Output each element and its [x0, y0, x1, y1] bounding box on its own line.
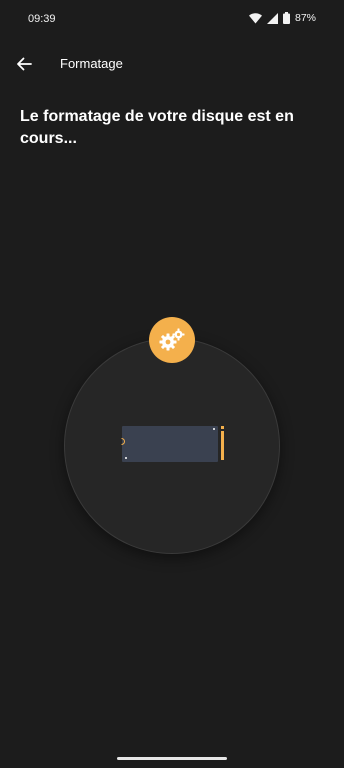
back-button[interactable]	[12, 52, 36, 76]
page-title: Formatage	[60, 56, 123, 71]
drive-dot	[125, 457, 127, 459]
formatting-heading: Le formatage de votre disque est en cour…	[20, 108, 294, 147]
home-indicator[interactable]	[117, 757, 227, 760]
drive-bar-cap	[221, 426, 224, 429]
drive-dot	[213, 428, 215, 430]
status-bar: 09:39 87%	[0, 0, 344, 40]
drive-bar	[221, 431, 224, 460]
gears-icon	[158, 328, 186, 352]
status-time: 09:39	[28, 13, 56, 25]
status-icons: 87%	[248, 12, 316, 24]
top-app-bar: Formatage	[0, 50, 344, 78]
gear-badge	[149, 317, 195, 363]
cell-signal-icon	[266, 12, 278, 24]
arrow-left-icon	[16, 56, 32, 72]
drive-icon	[121, 426, 218, 462]
battery-percent: 87%	[294, 12, 316, 24]
wifi-icon	[248, 12, 262, 24]
battery-icon	[282, 12, 290, 24]
formatting-illustration	[64, 317, 280, 554]
